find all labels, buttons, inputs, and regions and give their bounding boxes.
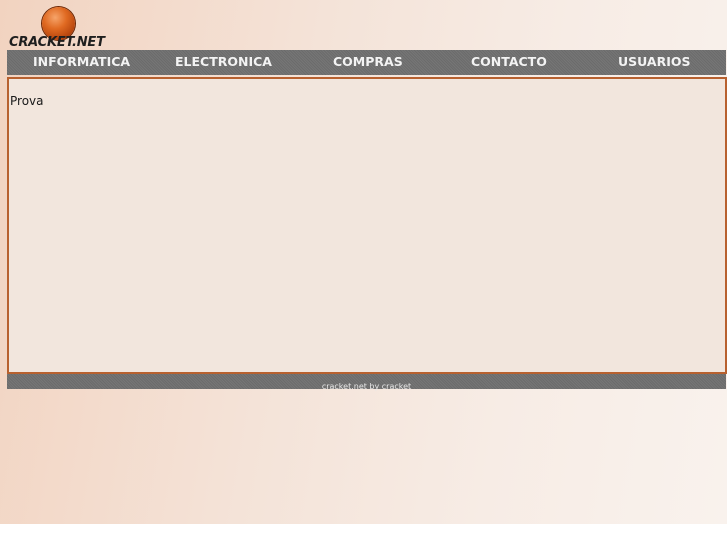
nav-item-informatica[interactable]: INFORMATICA: [33, 50, 130, 75]
nav-item-compras[interactable]: COMPRAS: [333, 50, 403, 75]
content-text: Prova: [10, 94, 44, 108]
nav-item-electronica[interactable]: ELECTRONICA: [175, 50, 272, 75]
footer-text: cracket.net by cracket: [321, 382, 412, 391]
nav-item-contacto[interactable]: CONTACTO: [471, 50, 547, 75]
main-nav: INFORMATICA ELECTRONICA COMPRAS CONTACTO…: [7, 50, 726, 75]
nav-item-usuarios[interactable]: USUARIOS: [618, 50, 691, 75]
content-panel: Prova: [7, 77, 727, 374]
logo-text: CRACKET.NET: [9, 35, 105, 50]
site-logo[interactable]: CRACKET.NET: [8, 5, 118, 51]
footer-bar: cracket.net by cracket: [7, 374, 726, 391]
